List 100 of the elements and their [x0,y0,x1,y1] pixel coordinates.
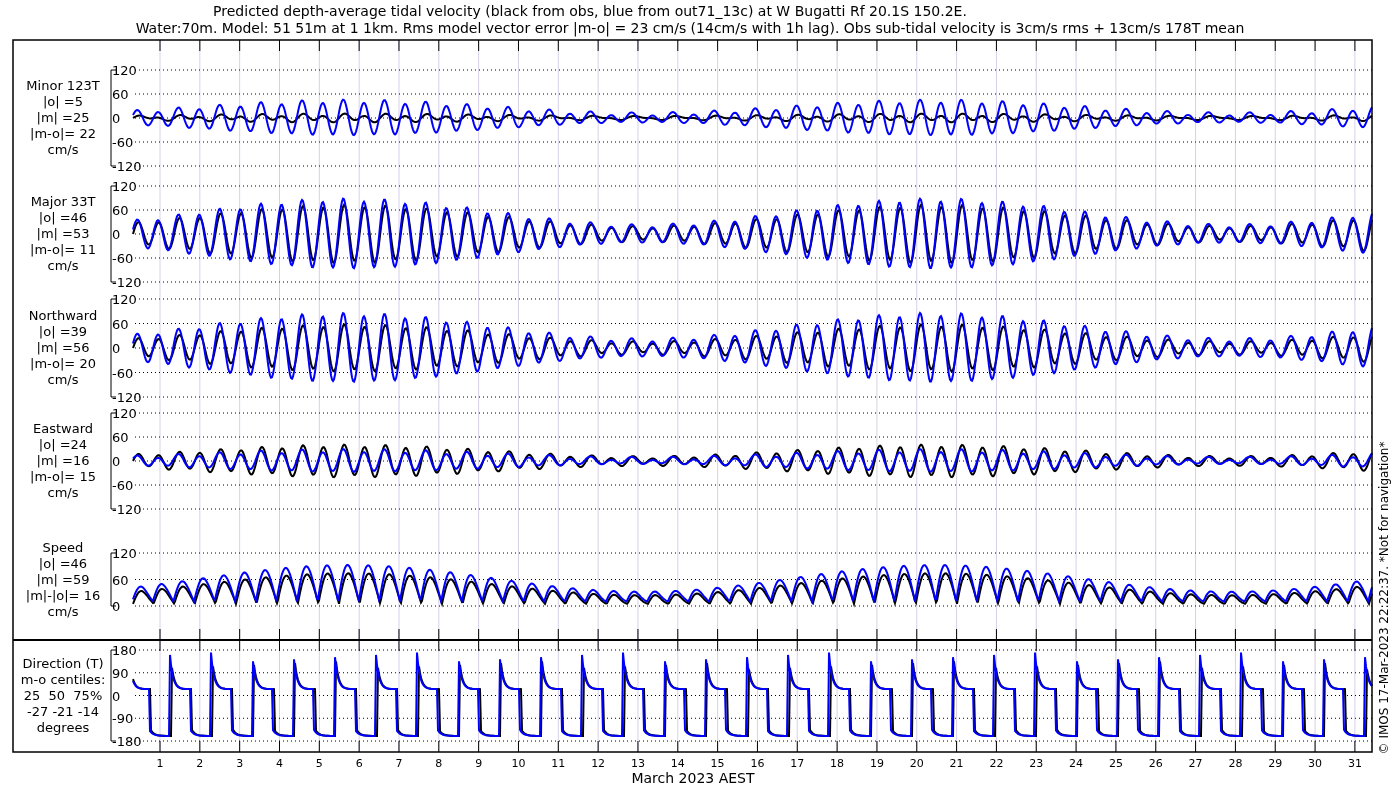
panel-label: Direction (T) m-o centiles: 25 50 75% -27 -21 -14 degrees [20,655,106,735]
tick-mark [438,628,440,652]
x-tick-label: 17 [790,757,805,770]
tick-mark [717,39,719,52]
tick-mark [876,39,878,52]
panel-label: Minor 123T |o| =5 |m| =25 |m-o|= 22 cm/s [26,78,100,157]
x-tick-label: 1 [156,757,164,770]
y-tick-label: 60 [112,316,129,332]
y-tick-label: 60 [112,430,129,445]
x-tick-label: 14 [670,757,685,770]
tick-mark [358,628,360,652]
x-tick-label: 25 [1108,757,1123,770]
panel-label: Eastward |o| =24 |m| =16 |m-o|= 15 cm/s [30,421,96,500]
x-tick-label: 21 [949,757,964,770]
tick-mark [517,628,519,652]
x-tick-label: 13 [630,757,645,770]
x-tick-label: 11 [551,757,566,770]
tick-mark [398,740,400,753]
tick-mark [956,740,958,753]
tick-mark [916,39,918,52]
tick-mark [478,628,480,652]
tick-mark [1274,39,1276,52]
tick-mark [677,740,679,753]
x-tick-label: 12 [591,757,606,770]
y-tick-label: 0 [112,341,121,356]
tick-mark [956,628,958,652]
tick-mark [1234,39,1236,52]
tick-mark [1234,740,1236,753]
x-tick-label: 27 [1188,757,1203,770]
x-tick-label: 24 [1069,757,1084,770]
tick-mark [1314,39,1316,52]
tick-mark [199,39,201,52]
x-tick-label: 22 [989,757,1004,770]
y-tick-label: -60 [112,251,134,266]
tick-mark [756,740,758,753]
tick-mark [1075,628,1077,652]
tick-mark [239,39,241,52]
tick-mark [637,628,639,652]
tick-mark [159,740,161,753]
tick-mark [1035,39,1037,52]
tick-mark [1195,628,1197,652]
chart-title: Predicted depth-average tidal velocity (black from obs, blue from out71_13c) at W Bugatti Rf 20.1S 150.2E. [213,3,967,19]
tick-mark [597,740,599,753]
tick-mark [438,740,440,753]
tick-mark [517,39,519,52]
tick-mark [358,740,360,753]
y-tick-label: 0 [112,599,121,614]
tick-mark [1075,740,1077,753]
tick-mark [517,740,519,753]
tick-mark [1115,39,1117,52]
x-tick-label: 20 [909,757,924,770]
x-tick-label: 7 [395,757,403,770]
tick-mark [1035,740,1037,753]
tick-mark [478,39,480,52]
tick-mark [199,628,201,652]
tick-mark [1035,628,1037,652]
tick-mark [557,628,559,652]
tick-mark [1155,740,1157,753]
y-tick-label: 180 [112,643,137,658]
tick-mark [1354,740,1356,753]
x-tick-label: 28 [1228,757,1243,770]
tick-mark [717,740,719,753]
tick-mark [677,628,679,652]
panel-label: Speed |o| =46 |m| =59 |m|-|o|= 16 cm/s [25,539,101,619]
tick-mark [1274,740,1276,753]
tick-mark [836,740,838,753]
y-tick-label: 120 [112,63,137,78]
tick-mark [597,39,599,52]
tick-mark [557,39,559,52]
y-tick-label: 60 [112,87,129,102]
x-tick-label: 29 [1268,757,1283,770]
y-tick-label: -120 [112,502,142,517]
tick-mark [995,39,997,52]
tick-mark [1195,740,1197,753]
x-tick-label: 19 [869,757,884,770]
tick-mark [836,39,838,52]
tick-mark [199,740,201,753]
tick-mark [597,628,599,652]
tick-mark [1195,39,1197,52]
x-tick-label: 9 [475,757,483,770]
x-tick-label: 3 [236,757,244,770]
y-tick-label: -60 [112,135,134,150]
y-tick-label: 120 [112,406,137,421]
tick-mark [956,39,958,52]
tick-mark [239,628,241,652]
tick-mark [836,628,838,652]
y-tick-label: -60 [112,365,134,381]
tick-mark [279,39,280,52]
y-tick-label: -90 [112,711,134,727]
y-tick-label: -120 [112,390,142,405]
y-tick-label: 120 [112,292,137,307]
y-tick-label: 0 [112,227,121,242]
x-tick-label: 6 [355,757,363,770]
tick-mark [1314,740,1316,753]
tick-mark [358,39,360,52]
x-tick-label: 16 [750,757,765,770]
y-tick-label: 120 [112,546,137,561]
y-tick-label: -60 [112,478,134,493]
tick-mark [1155,39,1157,52]
tick-mark [1354,39,1356,52]
